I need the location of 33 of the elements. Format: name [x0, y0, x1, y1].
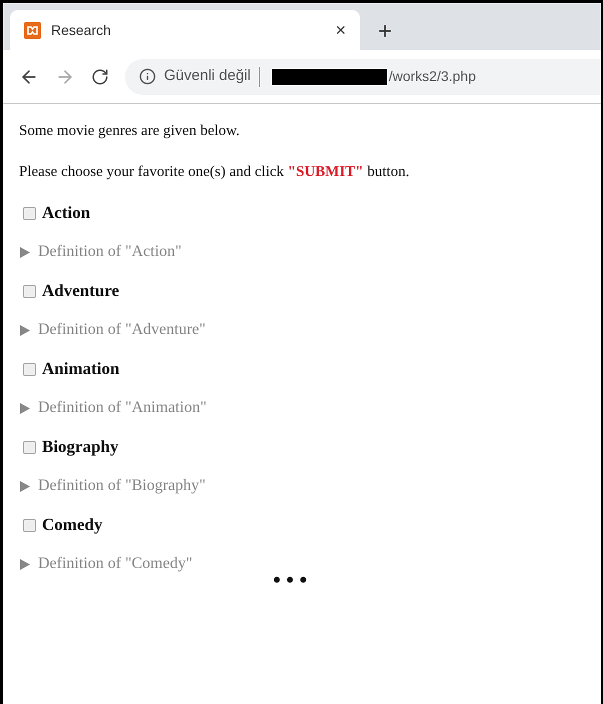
checkbox[interactable]	[23, 206, 36, 220]
info-icon	[139, 68, 156, 85]
genre-label: Action	[42, 202, 90, 224]
app-logo-icon	[24, 22, 41, 38]
url-text: /works2/3.php	[388, 67, 476, 86]
genre-label: Comedy	[42, 514, 102, 536]
disclosure-triangle-icon[interactable]	[19, 402, 30, 414]
definition-toggle[interactable]: Definition of "Action"	[38, 240, 182, 264]
disclosure-triangle-icon[interactable]	[19, 558, 30, 570]
close-tab-button[interactable]: ×	[335, 21, 346, 39]
genre-label: Animation	[42, 358, 120, 380]
disclosure-triangle-icon[interactable]	[19, 324, 30, 336]
intro-text: Please choose your favorite one(s) and click "SUBMIT" button.	[19, 162, 410, 182]
definition-toggle[interactable]: Definition of "Adventure"	[38, 318, 206, 342]
new-tab-button[interactable]: +	[378, 20, 392, 44]
reload-icon[interactable]	[91, 68, 109, 86]
security-label: Güvenli değil	[164, 66, 251, 86]
genre-label: Adventure	[42, 280, 120, 302]
checkbox[interactable]	[23, 362, 36, 376]
checkbox[interactable]	[23, 284, 36, 298]
more-indicator: • • •	[272, 569, 308, 591]
intro-text: Some movie genres are given below.	[19, 122, 240, 141]
checkbox[interactable]	[23, 518, 36, 532]
definition-toggle[interactable]: Definition of "Animation"	[38, 396, 207, 420]
definition-toggle[interactable]: Definition of "Comedy"	[38, 552, 192, 576]
disclosure-triangle-icon[interactable]	[19, 246, 30, 258]
address-bar[interactable]: Güvenli değil /works2/3.php	[125, 58, 601, 94]
checkbox[interactable]	[23, 440, 36, 454]
definition-toggle[interactable]: Definition of "Biography"	[38, 474, 206, 498]
browser-tab[interactable]: Research ×	[10, 10, 360, 50]
tab-title: Research	[51, 20, 112, 40]
disclosure-triangle-icon[interactable]	[19, 480, 30, 492]
genre-label: Biography	[42, 436, 119, 458]
